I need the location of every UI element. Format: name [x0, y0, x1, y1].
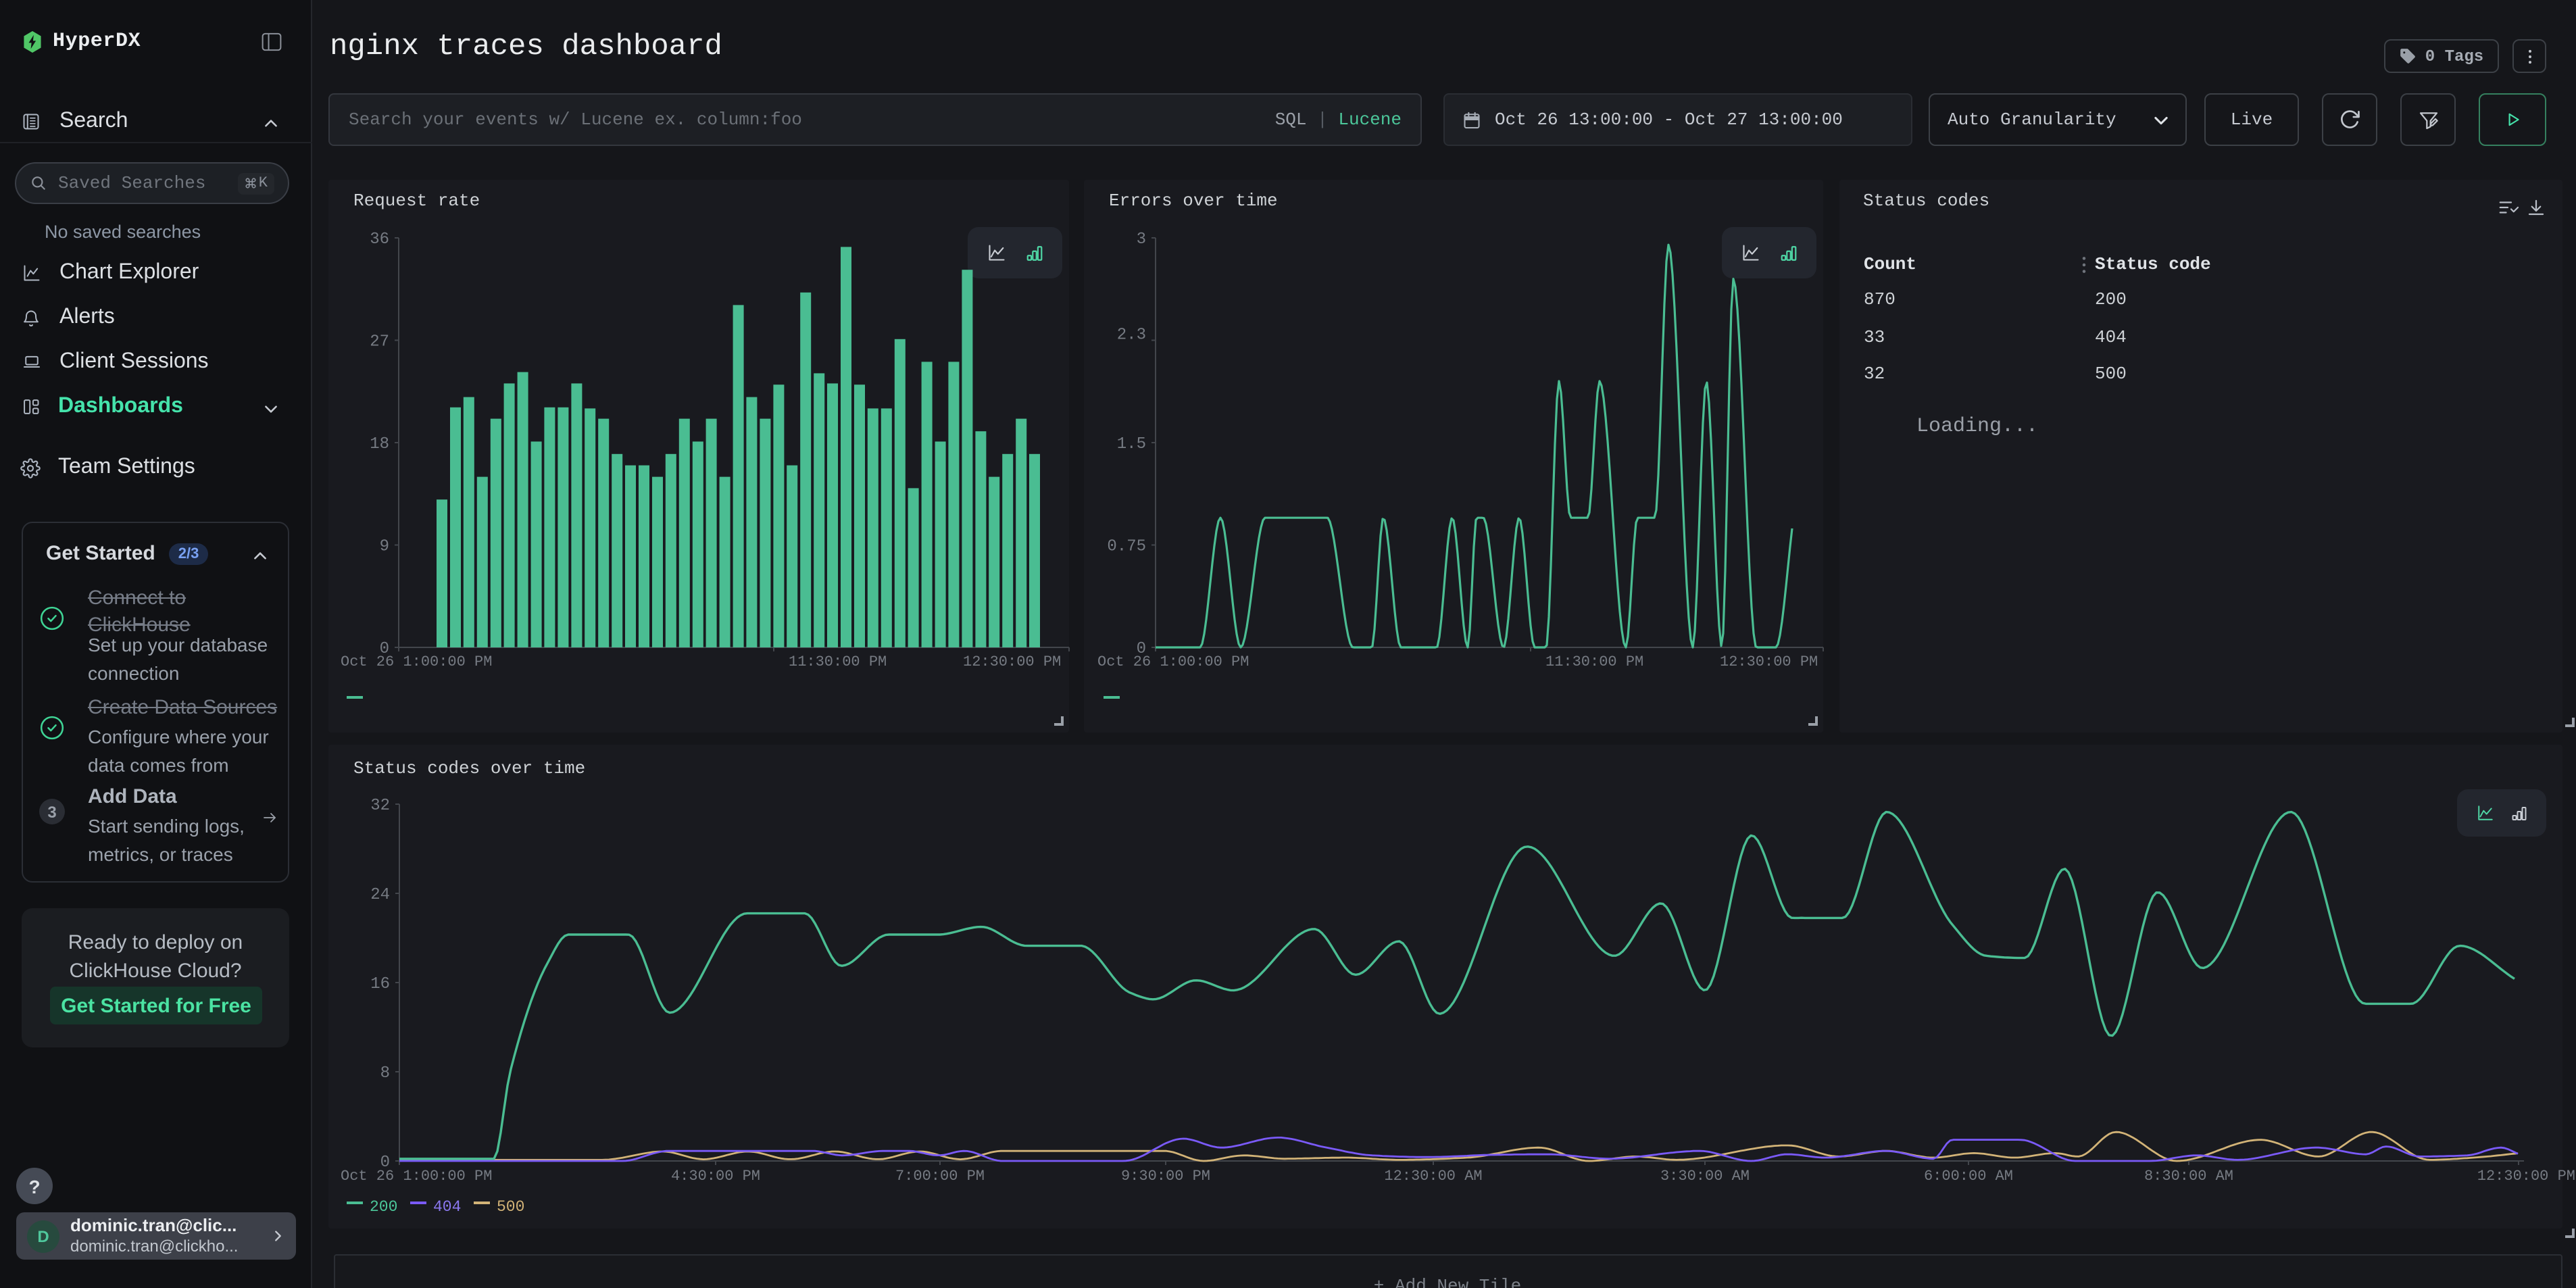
svg-text:2.3: 2.3 — [1116, 325, 1145, 343]
svg-text:9:30:00 PM: 9:30:00 PM — [1120, 1168, 1210, 1185]
svg-text:0: 0 — [380, 1154, 389, 1172]
svg-text:27: 27 — [369, 332, 389, 351]
svg-text:16: 16 — [370, 975, 389, 993]
svg-text:8:30:00 AM: 8:30:00 AM — [2144, 1168, 2233, 1185]
svg-text:1.5: 1.5 — [1116, 435, 1145, 453]
svg-text:18: 18 — [369, 435, 389, 453]
svg-text:3:30:00 AM: 3:30:00 AM — [1660, 1168, 1749, 1185]
svg-text:8: 8 — [380, 1064, 389, 1083]
svg-text:7:00:00 PM: 7:00:00 PM — [895, 1168, 984, 1185]
svg-text:4:30:00 PM: 4:30:00 PM — [670, 1168, 760, 1185]
svg-text:12:30:00 AM: 12:30:00 AM — [1383, 1168, 1481, 1185]
svg-text:9: 9 — [379, 537, 389, 555]
svg-text:11:30:00 PM: 11:30:00 PM — [788, 653, 886, 670]
svg-text:24: 24 — [370, 886, 389, 904]
svg-text:500: 500 — [496, 1198, 524, 1216]
svg-text:200: 200 — [369, 1198, 397, 1216]
svg-text:12:30:00 PM: 12:30:00 PM — [1719, 653, 1817, 670]
svg-text:3: 3 — [1136, 230, 1145, 248]
svg-text:Oct 26 1:00:00 PM: Oct 26 1:00:00 PM — [340, 653, 491, 670]
svg-text:12:30:00 PM: 12:30:00 PM — [2477, 1168, 2575, 1185]
svg-text:404: 404 — [432, 1198, 460, 1216]
svg-text:Oct 26 1:00:00 PM: Oct 26 1:00:00 PM — [340, 1168, 491, 1185]
svg-text:12:30:00 PM: 12:30:00 PM — [962, 653, 1060, 670]
svg-text:Oct 26 1:00:00 PM: Oct 26 1:00:00 PM — [1097, 653, 1248, 670]
svg-text:6:00:00 AM: 6:00:00 AM — [1923, 1168, 2012, 1185]
svg-text:11:30:00 PM: 11:30:00 PM — [1545, 653, 1643, 670]
svg-text:32: 32 — [370, 797, 389, 815]
svg-text:0.75: 0.75 — [1106, 537, 1145, 555]
svg-text:36: 36 — [369, 230, 389, 248]
